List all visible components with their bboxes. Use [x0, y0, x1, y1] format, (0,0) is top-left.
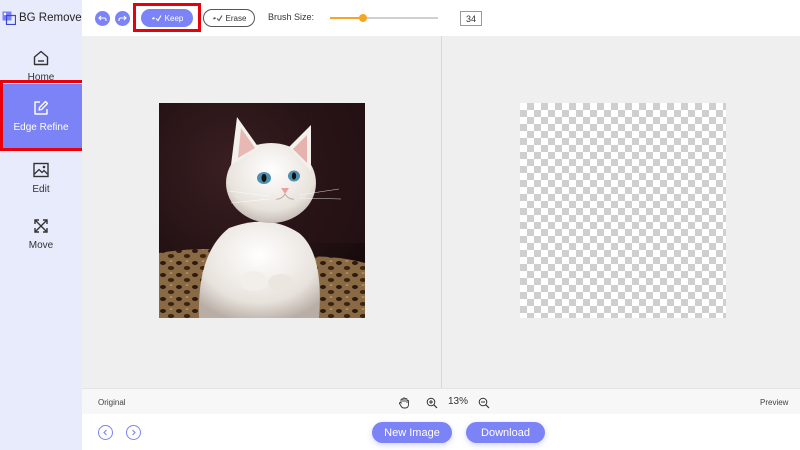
sidebar-item-label: Edge Refine [13, 122, 69, 133]
app-logo-icon [2, 11, 17, 26]
keep-label: Keep [164, 13, 184, 23]
hand-pan-icon[interactable] [398, 396, 410, 414]
download-button[interactable]: Download [466, 422, 545, 443]
image-edit-icon [33, 162, 49, 178]
sidebar-item-edge-refine[interactable]: Edge Refine [0, 84, 82, 148]
status-bar: Original 13% Preview [82, 388, 800, 414]
app-brand: BG Remover [2, 8, 85, 28]
zoom-in-icon[interactable] [426, 396, 438, 414]
canvas-area [82, 36, 800, 388]
zoom-level: 13% [448, 396, 469, 407]
keep-button[interactable]: Keep [141, 9, 193, 27]
sidebar-item-label: Home [27, 72, 55, 83]
bottom-bar: New Image Download [82, 414, 800, 450]
redo-icon [118, 15, 127, 21]
brush-size-label: Brush Size: [268, 12, 315, 22]
preview-image[interactable] [520, 103, 726, 318]
undo-button[interactable] [95, 11, 110, 26]
slider-thumb[interactable] [359, 14, 367, 22]
preview-label: Preview [760, 398, 789, 407]
home-icon [33, 50, 49, 66]
original-image[interactable] [159, 103, 365, 318]
zoom-out-icon[interactable] [478, 396, 490, 414]
chevron-left-icon [103, 429, 107, 436]
next-button[interactable] [126, 425, 141, 440]
brush-check-icon [151, 15, 162, 22]
edit-square-icon [34, 100, 49, 115]
sidebar-item-label: Edit [32, 184, 50, 195]
canvas-divider [441, 36, 442, 388]
sidebar-item-move[interactable]: Move [0, 204, 82, 264]
brush-check-icon [212, 15, 223, 22]
brush-size-value[interactable]: 34 [460, 11, 482, 26]
move-arrows-icon [34, 219, 48, 233]
new-image-button[interactable]: New Image [372, 422, 452, 443]
previous-button[interactable] [98, 425, 113, 440]
erase-label: Erase [225, 13, 247, 23]
app-title: BG Remover [19, 12, 86, 24]
sidebar-item-edit[interactable]: Edit [0, 148, 82, 208]
toolbar: Keep Erase Brush Size: 34 [82, 0, 800, 36]
sidebar: BG Remover Home Edge Refine Edit Move [0, 0, 85, 450]
erase-button[interactable]: Erase [203, 9, 255, 27]
chevron-right-icon [132, 429, 136, 436]
brush-size-slider[interactable] [330, 14, 438, 22]
original-label: Original [98, 398, 126, 407]
redo-button[interactable] [115, 11, 130, 26]
undo-icon [98, 15, 107, 21]
sidebar-item-label: Move [28, 240, 54, 251]
